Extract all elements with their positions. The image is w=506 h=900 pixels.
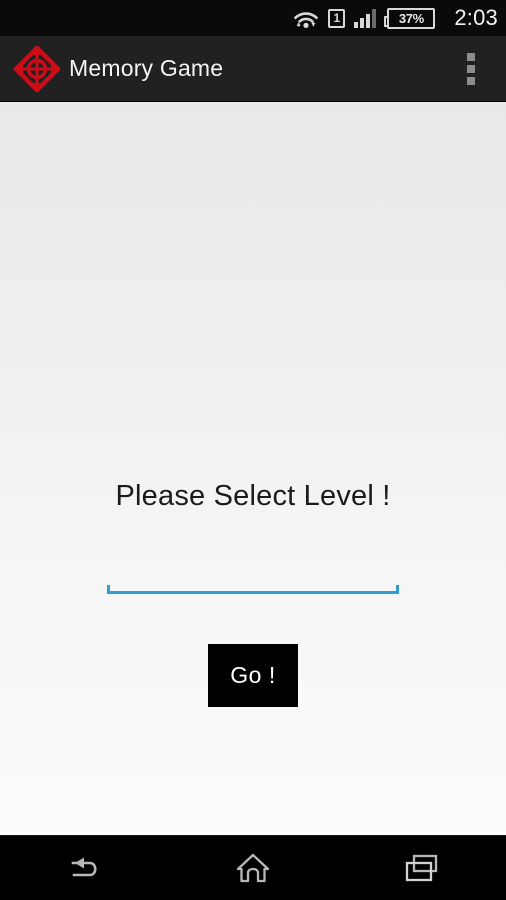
spinner-underline	[107, 591, 399, 594]
sim-slot-label: 1	[328, 8, 346, 28]
overflow-dot	[467, 76, 475, 85]
clock: 2:03	[454, 5, 498, 30]
sim-indicator: 1	[328, 8, 346, 28]
android-phone-screen: 1 37% 2:03 Memory Game Please Select Lev…	[0, 0, 506, 900]
home-icon	[236, 853, 270, 883]
back-arrow-icon	[72, 857, 97, 877]
compass-diamond-icon	[14, 45, 60, 92]
wifi-transfer-icon	[294, 11, 319, 28]
go-button[interactable]: Go !	[208, 644, 298, 707]
status-bar: 1 37% 2:03	[0, 0, 506, 36]
overflow-dot	[467, 52, 475, 61]
page-title: Please Select Level !	[115, 480, 391, 512]
recent-apps-icon	[405, 854, 437, 882]
signal-bars	[354, 8, 378, 28]
cellular-signal-icon	[354, 8, 378, 28]
battery-icon: 37%	[384, 7, 436, 29]
overflow-dot	[467, 64, 475, 73]
navigation-bar	[0, 835, 506, 900]
recent-apps-button[interactable]	[337, 836, 506, 900]
battery-percent-label: 37%	[398, 10, 424, 26]
back-button[interactable]	[0, 836, 169, 900]
app-title: Memory Game	[69, 55, 224, 81]
home-button[interactable]	[169, 836, 338, 900]
action-bar: Memory Game	[0, 36, 506, 102]
battery-shell: 37%	[384, 7, 436, 29]
level-spinner[interactable]	[107, 568, 399, 594]
wifi-icon	[293, 8, 319, 29]
overflow-menu-icon[interactable]	[456, 49, 486, 89]
main-content: Please Select Level ! Go !	[0, 102, 506, 835]
